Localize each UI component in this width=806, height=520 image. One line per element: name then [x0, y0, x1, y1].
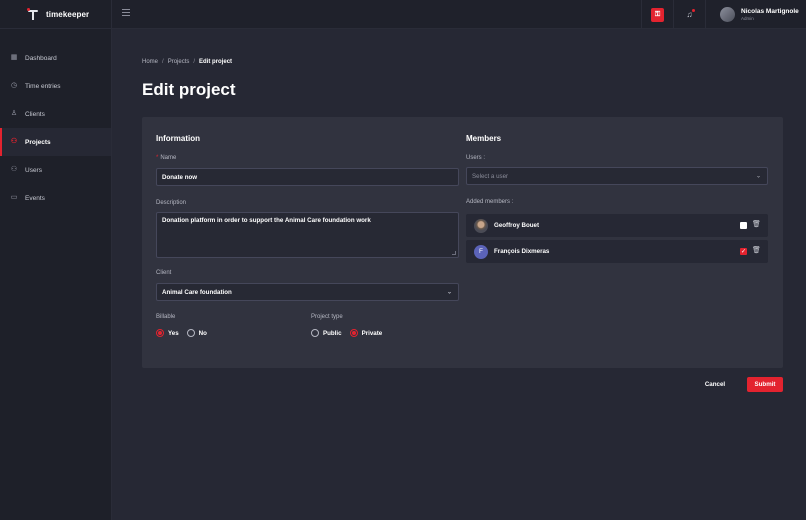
project-type-private-radio[interactable] [349, 329, 358, 337]
billable-label: Billable [156, 314, 176, 320]
user-select[interactable]: Select a user ⌄ [466, 167, 768, 185]
billable-no-label: No [198, 329, 207, 337]
member-row: Geoffroy Bouet 🗑 [466, 214, 768, 237]
project-type-public-label: Public [323, 329, 342, 337]
user-role: Admin [741, 16, 754, 21]
user-menu[interactable]: Nicolas Martignole Admin [705, 0, 806, 29]
member-checkbox[interactable] [740, 222, 747, 229]
project-type-public-radio[interactable] [311, 329, 319, 337]
sidebar-item-label: Dashboard [25, 54, 57, 62]
billable-yes-label: Yes [168, 329, 179, 337]
sidebar-item-label: Events [25, 194, 45, 202]
information-title: Information [156, 134, 200, 143]
sidebar-item-label: Users [25, 166, 42, 174]
project-type-label: Project type [311, 314, 343, 320]
description-label: Description [156, 200, 187, 206]
avatar: F [474, 244, 488, 259]
billable-no-radio[interactable] [186, 329, 195, 337]
user-name: Nicolas Martignole [741, 8, 799, 15]
member-name: Geoffroy Bouet [494, 222, 540, 229]
avatar [474, 218, 488, 233]
chevron-down-icon: ⌄ [755, 173, 761, 180]
gift-icon: ⚿ [651, 7, 664, 22]
menu-toggle-icon[interactable] [122, 9, 130, 17]
client-label: Client [156, 270, 172, 276]
sidebar-nav: ▦ Dashboard ◷ Time entries ♙ Clients ⚇ P… [0, 44, 111, 212]
users-label: Users : [466, 155, 486, 161]
sidebar-item-label: Clients [25, 110, 45, 118]
projects-icon: ⚇ [10, 138, 18, 145]
project-type-private-label: Private [361, 329, 383, 337]
avatar [720, 7, 735, 22]
resize-handle-icon[interactable] [452, 251, 456, 255]
breadcrumb-home[interactable]: Home [142, 59, 158, 65]
bell-icon: ♫ [686, 9, 695, 19]
sidebar-item-projects[interactable]: ⚇ Projects [0, 128, 111, 156]
added-members-label: Added members : [466, 199, 514, 205]
dashboard-icon: ▦ [10, 54, 18, 61]
member-checkbox[interactable]: ✓ [740, 248, 747, 255]
billable-yes-radio[interactable] [156, 329, 164, 337]
name-label: * Name [156, 155, 177, 161]
member-name: François Dixmeras [494, 248, 550, 255]
billable-radio-group: Yes No [156, 329, 215, 337]
timekeeper-logo-icon [27, 8, 39, 20]
description-textarea[interactable]: Donation platform in order to support th… [156, 212, 459, 258]
brand[interactable]: timekeeper [0, 0, 111, 29]
chevron-down-icon: ⌄ [446, 289, 452, 296]
sidebar: timekeeper ▦ Dashboard ◷ Time entries ♙ … [0, 0, 112, 520]
app-name: timekeeper [46, 9, 90, 19]
users-icon: ⚇ [10, 166, 18, 173]
calendar-icon: ▭ [10, 194, 18, 201]
sidebar-item-dashboard[interactable]: ▦ Dashboard [0, 44, 111, 72]
sidebar-item-events[interactable]: ▭ Events [0, 184, 111, 212]
cancel-button[interactable]: Cancel [698, 378, 732, 391]
user-icon: ♙ [10, 110, 18, 117]
topbar: ⚿ ♫ Nicolas Martignole Admin [112, 0, 806, 29]
sidebar-item-clients[interactable]: ♙ Clients [0, 100, 111, 128]
name-input[interactable]: Donate now [156, 168, 459, 186]
submit-button[interactable]: Submit [747, 377, 783, 392]
client-select[interactable]: Animal Care foundation ⌄ [156, 283, 459, 301]
breadcrumb-projects[interactable]: Projects [168, 59, 190, 65]
member-row: F François Dixmeras ✓ 🗑 [466, 240, 768, 263]
page-title: Edit project [142, 80, 236, 99]
members-title: Members [466, 134, 502, 143]
trash-icon[interactable]: 🗑 [752, 221, 761, 229]
trash-icon[interactable]: 🗑 [752, 247, 761, 255]
notifications-button[interactable]: ⚿ [641, 0, 673, 29]
clock-icon: ◷ [10, 82, 18, 89]
sidebar-item-users[interactable]: ⚇ Users [0, 156, 111, 184]
edit-project-form: Information * Name Donate now Description… [142, 117, 783, 368]
project-type-radio-group: Public Private [311, 329, 390, 337]
sidebar-item-label: Projects [25, 138, 51, 146]
sidebar-item-label: Time entries [25, 82, 61, 90]
sidebar-item-time-entries[interactable]: ◷ Time entries [0, 72, 111, 100]
breadcrumb: Home / Projects / Edit project [142, 59, 233, 65]
alerts-button[interactable]: ♫ [673, 0, 705, 29]
breadcrumb-current: Edit project [199, 59, 233, 65]
